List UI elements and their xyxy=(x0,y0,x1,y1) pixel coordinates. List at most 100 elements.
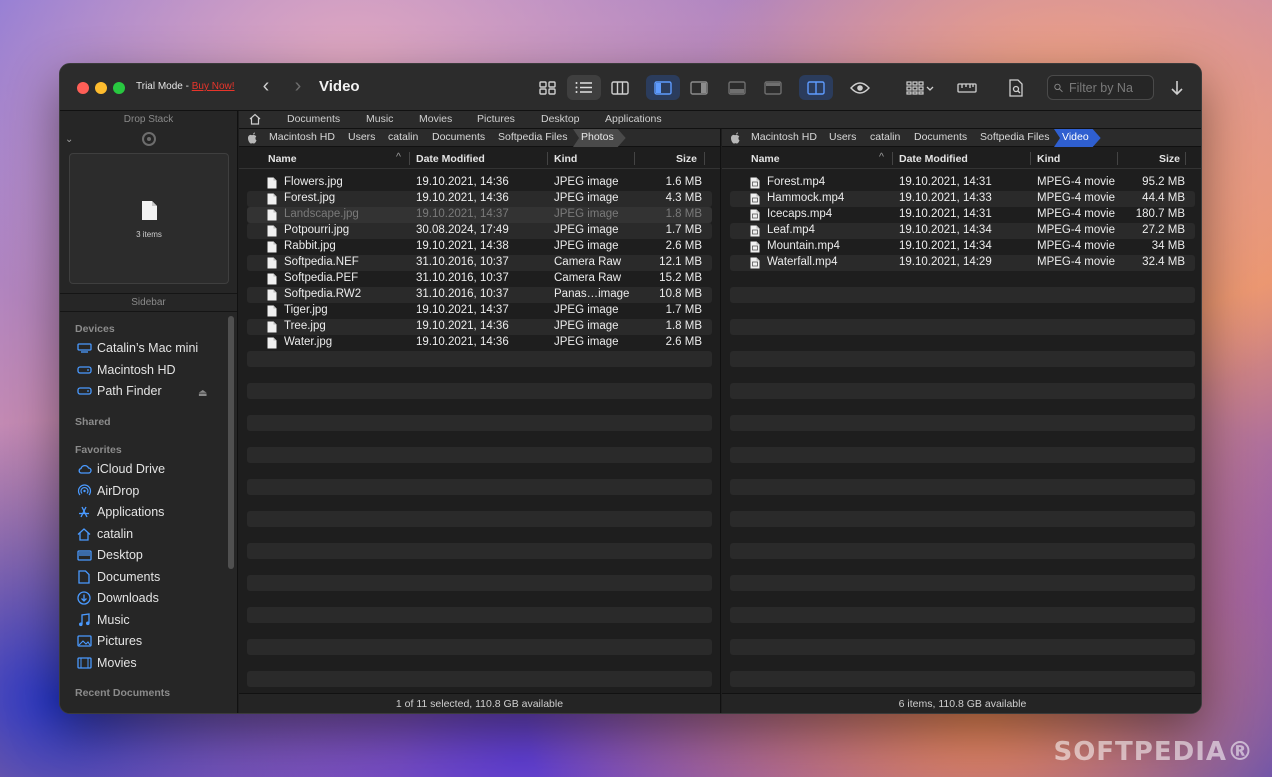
breadcrumb-softpedia-files[interactable]: Softpedia Files xyxy=(980,131,1049,143)
table-row[interactable]: Softpedia.PEF 31.10.2016, 10:37 Camera Raw… xyxy=(247,271,712,287)
column-view-button[interactable] xyxy=(603,75,637,100)
column-divider[interactable] xyxy=(892,152,893,165)
sidebar-scrollbar[interactable] xyxy=(227,314,235,713)
dual-pane-button[interactable] xyxy=(799,75,833,100)
sidebar-item-path-finder[interactable]: Path Finder xyxy=(76,381,162,401)
toggle-top-panel-button[interactable] xyxy=(756,75,790,100)
table-row[interactable]: Tree.jpg 19.10.2021, 14:36 JPEG image 1.8 M… xyxy=(247,319,712,335)
sidebar-item-pictures[interactable]: Pictures xyxy=(76,631,142,651)
icon-view-button[interactable] xyxy=(531,75,565,100)
tab-desktop[interactable]: Desktop xyxy=(541,113,580,125)
table-row[interactable]: Mountain.mp4 19.10.2021, 14:34 MPEG-4 movi… xyxy=(730,239,1195,255)
column-kind[interactable]: Kind xyxy=(554,153,577,165)
sidebar-item-downloads[interactable]: Downloads xyxy=(76,588,159,608)
column-size[interactable]: Size xyxy=(676,153,697,165)
zoom-window-button[interactable] xyxy=(113,82,125,94)
tab-applications[interactable]: Applications xyxy=(605,113,662,125)
column-name[interactable]: Name xyxy=(268,153,297,165)
breadcrumb-users[interactable]: Users xyxy=(829,131,856,143)
chevron-down-icon[interactable]: ⌄ xyxy=(65,134,73,145)
eject-icon[interactable]: ⏏ xyxy=(198,388,207,399)
table-row[interactable]: Water.jpg 19.10.2021, 14:36 JPEG image 2.6 … xyxy=(247,335,712,351)
get-info-button[interactable] xyxy=(999,75,1033,100)
forward-button[interactable]: › xyxy=(287,76,309,98)
table-row[interactable]: Tiger.jpg 19.10.2021, 14:37 JPEG image 1.7 … xyxy=(247,303,712,319)
column-divider[interactable] xyxy=(547,152,548,165)
scrollbar-thumb[interactable] xyxy=(228,316,234,569)
minimize-window-button[interactable] xyxy=(95,82,107,94)
section-favorites: Favorites xyxy=(75,444,122,456)
column-name[interactable]: Name xyxy=(751,153,780,165)
image-file-icon xyxy=(267,209,277,221)
sidebar-item-catalin[interactable]: catalin xyxy=(76,524,133,544)
toggle-left-sidebar-button[interactable] xyxy=(646,75,680,100)
drop-stack-count: 3 items xyxy=(136,230,162,239)
table-row[interactable]: Hammock.mp4 19.10.2021, 14:33 MPEG-4 movie… xyxy=(730,191,1195,207)
column-date-modified[interactable]: Date Modified xyxy=(899,153,968,165)
toggle-right-sidebar-button[interactable] xyxy=(682,75,716,100)
table-row[interactable]: Icecaps.mp4 19.10.2021, 14:31 MPEG-4 movie… xyxy=(730,207,1195,223)
sidebar-item-music[interactable]: Music xyxy=(76,610,130,630)
column-divider[interactable] xyxy=(1117,152,1118,165)
table-row[interactable]: Forest.mp4 19.10.2021, 14:31 MPEG-4 movie 9… xyxy=(730,175,1195,191)
softpedia-watermark: SOFTPEDIA® xyxy=(1053,737,1254,767)
table-row[interactable]: Waterfall.mp4 19.10.2021, 14:29 MPEG-4 mov… xyxy=(730,255,1195,271)
sidebar-item-documents[interactable]: Documents xyxy=(76,567,160,587)
table-row[interactable]: Potpourri.jpg 30.08.2024, 17:49 JPEG image… xyxy=(247,223,712,239)
apple-icon[interactable] xyxy=(730,132,740,144)
table-row[interactable]: Softpedia.NEF 31.10.2016, 10:37 Camera Raw… xyxy=(247,255,712,271)
home-icon[interactable] xyxy=(249,113,261,125)
breadcrumb-documents[interactable]: Documents xyxy=(432,131,485,143)
sidebar-item-label: Macintosh HD xyxy=(97,363,176,377)
column-date-modified[interactable]: Date Modified xyxy=(416,153,485,165)
breadcrumb-catalin[interactable]: catalin xyxy=(388,131,418,143)
column-divider[interactable] xyxy=(634,152,635,165)
ruler-button[interactable] xyxy=(950,75,984,100)
filter-field[interactable] xyxy=(1047,75,1154,100)
tab-movies[interactable]: Movies xyxy=(419,113,452,125)
breadcrumb-macintosh-hd[interactable]: Macintosh HD xyxy=(269,131,335,143)
table-row[interactable]: Leaf.mp4 19.10.2021, 14:34 MPEG-4 movie 27.… xyxy=(730,223,1195,239)
apple-icon[interactable] xyxy=(247,132,257,144)
column-kind[interactable]: Kind xyxy=(1037,153,1060,165)
breadcrumb-documents[interactable]: Documents xyxy=(914,131,967,143)
column-divider[interactable] xyxy=(704,152,705,165)
tab-documents[interactable]: Documents xyxy=(287,113,340,125)
back-button[interactable]: ‹ xyxy=(255,76,277,98)
column-view-icon xyxy=(611,80,629,95)
tab-pictures[interactable]: Pictures xyxy=(477,113,515,125)
trial-mode-notice: Trial Mode - Buy Now! xyxy=(136,81,235,92)
column-divider[interactable] xyxy=(1185,152,1186,165)
toggle-bottom-shelf-button[interactable] xyxy=(720,75,754,100)
breadcrumb-current[interactable]: Photos xyxy=(573,129,626,147)
sidebar-item-macintosh-hd[interactable]: Macintosh HD xyxy=(76,360,176,380)
sidebar-item-airdrop[interactable]: AirDrop xyxy=(76,481,139,501)
column-divider[interactable] xyxy=(409,152,410,165)
arrange-menu-button[interactable] xyxy=(900,75,940,100)
sidebar-item-mac-mini[interactable]: Catalin’s Mac mini xyxy=(76,338,198,358)
sidebar-item-movies[interactable]: Movies xyxy=(76,653,137,673)
sidebar-item-icloud-drive[interactable]: iCloud Drive xyxy=(76,459,165,479)
drop-stack-area[interactable]: 3 items xyxy=(69,153,229,284)
breadcrumb-macintosh-hd[interactable]: Macintosh HD xyxy=(751,131,817,143)
sidebar-item-desktop[interactable]: Desktop xyxy=(76,545,143,565)
breadcrumb-softpedia-files[interactable]: Softpedia Files xyxy=(498,131,567,143)
close-window-button[interactable] xyxy=(77,82,89,94)
list-view-button[interactable] xyxy=(567,75,601,100)
table-row[interactable]: Softpedia.RW2 31.10.2016, 10:37 Panas…imag… xyxy=(247,287,712,303)
buy-now-link[interactable]: Buy Now! xyxy=(192,81,235,92)
column-size[interactable]: Size xyxy=(1159,153,1180,165)
table-row[interactable]: Landscape.jpg 19.10.2021, 14:37 JPEG image… xyxy=(247,207,712,223)
breadcrumb-catalin[interactable]: catalin xyxy=(870,131,900,143)
table-row[interactable]: Rabbit.jpg 19.10.2021, 14:38 JPEG image 2.6… xyxy=(247,239,712,255)
quick-look-button[interactable] xyxy=(843,75,877,100)
sidebar-item-applications[interactable]: Applications xyxy=(76,502,164,522)
download-button[interactable] xyxy=(1160,75,1194,100)
table-row[interactable]: Forest.jpg 19.10.2021, 14:36 JPEG image 4.3… xyxy=(247,191,712,207)
column-divider[interactable] xyxy=(1030,152,1031,165)
table-row[interactable]: Flowers.jpg 19.10.2021, 14:36 JPEG image 1.… xyxy=(247,175,712,191)
breadcrumb-users[interactable]: Users xyxy=(348,131,375,143)
tab-music[interactable]: Music xyxy=(366,113,393,125)
filter-input[interactable] xyxy=(1069,80,1153,95)
breadcrumb-current[interactable]: Video xyxy=(1054,129,1101,147)
